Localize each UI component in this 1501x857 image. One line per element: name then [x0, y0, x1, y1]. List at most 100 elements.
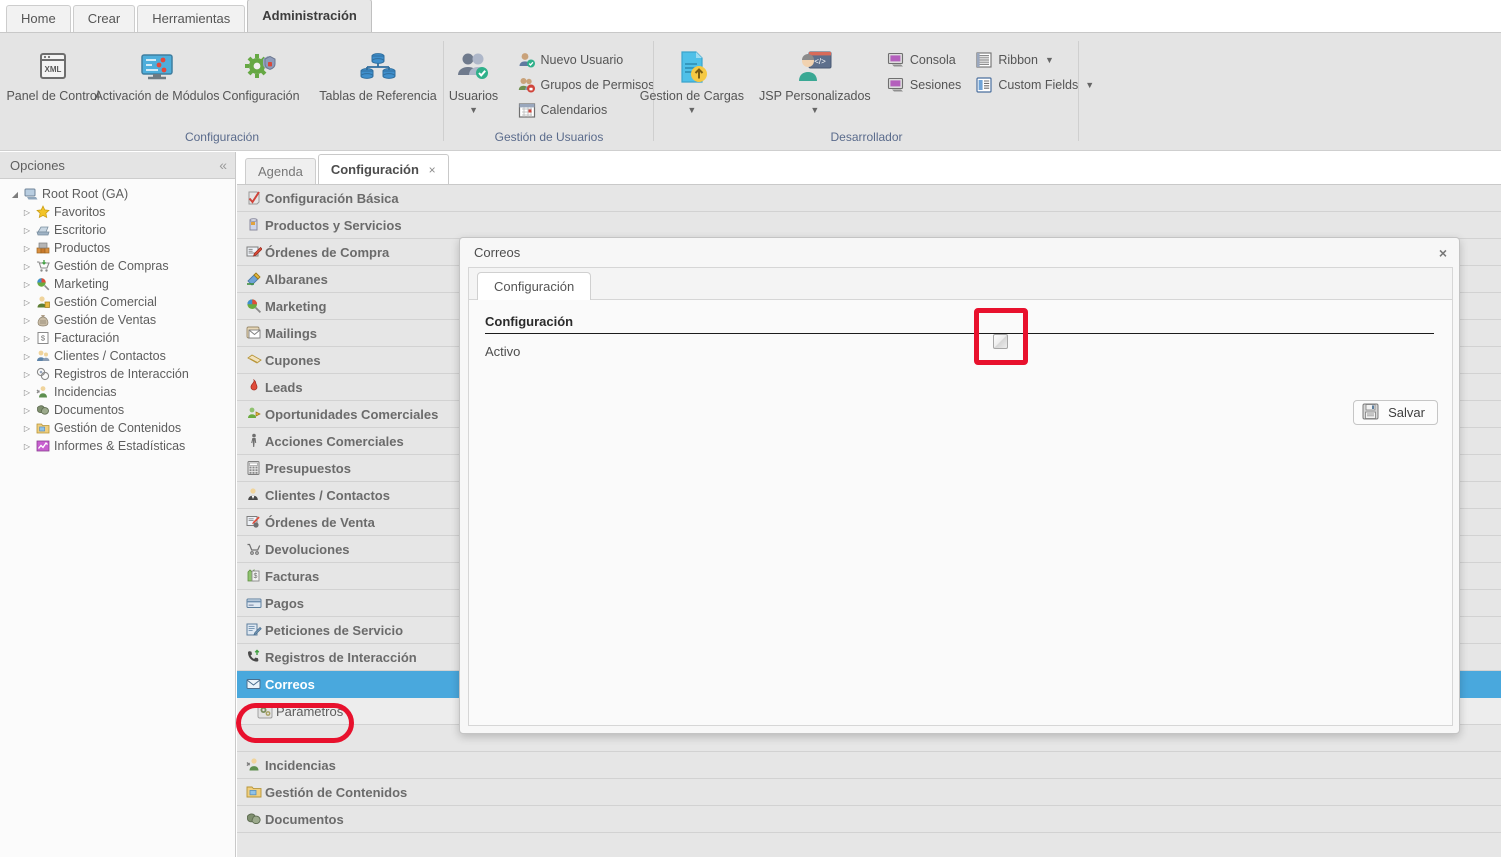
panel-de-control-label: Panel de Control — [6, 89, 100, 103]
config-label-productos-y-servicios: Productos y Servicios — [265, 217, 402, 233]
modal-header: Correos × — [460, 238, 1459, 267]
custom-fields-button[interactable]: Custom Fields ▼ — [967, 72, 1100, 97]
chevron-double-left-icon[interactable]: « — [219, 157, 227, 173]
sidebar-item-registros-interaccion[interactable]: ▷ Registros de Interacción — [0, 365, 235, 383]
gestion-de-cargas-dropdown-caret-icon[interactable]: ▼ — [687, 105, 696, 115]
ribbon-tab-herramientas[interactable]: Herramientas — [137, 5, 246, 32]
collapse-arrow-icon[interactable]: ▷ — [20, 280, 34, 289]
return-cart-icon — [244, 540, 264, 558]
usuarios-dropdown-caret-icon[interactable]: ▼ — [469, 105, 478, 115]
doc-tab-agenda[interactable]: Agenda — [245, 158, 316, 184]
sidebar-item-facturacion[interactable]: ▷ $ Facturación — [0, 329, 235, 347]
ribbon-tab-home[interactable]: Home — [6, 5, 71, 32]
collapse-arrow-icon[interactable]: ▷ — [20, 442, 34, 451]
box-icon — [244, 216, 264, 234]
sidebar-item-productos[interactable]: ▷ Productos — [0, 239, 235, 257]
config-row-configuracion-basica[interactable]: Configuración Básica — [237, 185, 1501, 212]
ribbon-tab-administracion[interactable]: Administración — [247, 0, 372, 32]
custom-fields-dropdown-caret-icon[interactable]: ▼ — [1085, 80, 1094, 90]
sidebar-item-gestion-compras[interactable]: ▷ Gestión de Compras — [0, 257, 235, 275]
collapse-arrow-icon[interactable]: ▷ — [20, 262, 34, 271]
config-row-documentos[interactable]: Documentos — [237, 806, 1501, 833]
jsp-personalizados-dropdown-caret-icon[interactable]: ▼ — [810, 105, 819, 115]
sidebar-item-marketing[interactable]: ▷ Marketing — [0, 275, 235, 293]
jsp-personalizados-button[interactable]: </> JSP Personalizados ▼ — [751, 41, 879, 115]
config-row-incidencias[interactable]: Incidencias — [237, 752, 1501, 779]
collapse-arrow-icon[interactable]: ▷ — [20, 316, 34, 325]
tablas-de-referencia-label: Tablas de Referencia — [319, 89, 437, 103]
expand-arrow-icon[interactable]: ◢ — [8, 190, 22, 199]
usuarios-button[interactable]: Usuarios ▼ — [438, 41, 510, 115]
sidebar-item-documentos[interactable]: ▷ Documentos — [0, 401, 235, 419]
content-folder-icon — [244, 783, 264, 801]
ribbon-group-configuracion: XML Panel de Control Activación de Módul… — [0, 33, 444, 151]
calculator-icon — [244, 459, 264, 477]
config-label-presupuestos: Presupuestos — [265, 460, 351, 476]
sidebar-label-registros-interaccion: Registros de Interacción — [54, 367, 189, 381]
configuracion-button[interactable]: Configuración — [209, 41, 313, 103]
collapse-arrow-icon[interactable]: ▷ — [20, 424, 34, 433]
person-walking-icon — [244, 432, 264, 450]
jsp-personalizados-label: JSP Personalizados — [759, 89, 871, 103]
form-section-title: Configuración — [485, 314, 1434, 334]
service-request-icon — [244, 621, 264, 639]
tablas-de-referencia-button[interactable]: Tablas de Referencia — [313, 41, 443, 103]
ribbon-label: Ribbon — [998, 52, 1038, 67]
sesiones-button[interactable]: Sesiones — [879, 72, 967, 97]
config-row-gestion-de-contenidos[interactable]: Gestión de Contenidos — [237, 779, 1501, 806]
sesiones-label: Sesiones — [909, 77, 962, 92]
collapse-arrow-icon[interactable]: ▷ — [20, 370, 34, 379]
ribbon-button[interactable]: Ribbon ▼ — [967, 47, 1100, 72]
sidebar-item-clientes-contactos[interactable]: ▷ Clientes / Contactos — [0, 347, 235, 365]
ribbon-dropdown-caret-icon[interactable]: ▼ — [1045, 55, 1054, 65]
sidebar-item-informes-estadisticas[interactable]: ▷ Informes & Estadísticas — [0, 437, 235, 455]
sidebar-item-incidencias[interactable]: ▷ Incidencias — [0, 383, 235, 401]
panel-de-control-button[interactable]: XML Panel de Control — [1, 41, 105, 103]
consola-button[interactable]: Consola — [879, 47, 967, 72]
envelope-icon — [244, 675, 264, 693]
collapse-arrow-icon[interactable]: ▷ — [20, 388, 34, 397]
modal-tab-configuracion[interactable]: Configuración — [477, 272, 592, 300]
doc-tab-configuracion[interactable]: Configuración × — [317, 154, 449, 184]
desarrollador-col-2: Ribbon ▼ Custom Fields ▼ — [967, 41, 1100, 97]
users-check-icon — [454, 45, 494, 89]
gestion-de-cargas-button[interactable]: Gestion de Cargas ▼ — [633, 41, 751, 115]
ribbon-tab-crear[interactable]: Crear — [72, 5, 136, 32]
modal-title: Correos — [474, 245, 521, 260]
collapse-arrow-icon[interactable]: ▷ — [20, 208, 34, 217]
main-content-area: Agenda Configuración × Configuración Bás… — [237, 152, 1501, 857]
collapse-arrow-icon[interactable]: ▷ — [20, 334, 34, 343]
close-icon[interactable]: × — [1439, 245, 1447, 261]
collapse-arrow-icon[interactable]: ▷ — [20, 352, 34, 361]
config-label-parametros: Parámetros — [276, 703, 344, 719]
options-panel-header: Opciones « — [0, 152, 235, 179]
modal-form-area: Configuración Activo Salvar — [469, 300, 1452, 725]
sidebar-item-favoritos[interactable]: ▷ Favoritos — [0, 203, 235, 221]
close-icon[interactable]: × — [429, 163, 436, 177]
sidebar-item-gestion-contenidos[interactable]: ▷ Gestión de Contenidos — [0, 419, 235, 437]
modal-body: Configuración Configuración Activo Salva… — [468, 267, 1453, 726]
marketing-icon — [34, 276, 52, 292]
collapse-arrow-icon[interactable]: ▷ — [20, 298, 34, 307]
sidebar-item-gestion-comercial[interactable]: ▷ Gestión Comercial — [0, 293, 235, 311]
field-row-activo: Activo — [485, 336, 1434, 366]
correos-modal-dialog: Correos × Configuración Configuración Ac… — [459, 237, 1460, 734]
sidebar-label-favoritos: Favoritos — [54, 205, 106, 219]
products-icon — [34, 240, 52, 256]
incident-icon — [34, 384, 52, 400]
config-row-productos-y-servicios[interactable]: Productos y Servicios — [237, 212, 1501, 239]
consola-label: Consola — [909, 52, 956, 67]
collapse-arrow-icon[interactable]: ▷ — [20, 406, 34, 415]
collapse-arrow-icon[interactable]: ▷ — [20, 226, 34, 235]
check-shield-icon — [244, 189, 264, 207]
activacion-de-modulos-button[interactable]: Activación de Módulos — [94, 41, 220, 103]
user-add-icon — [516, 50, 538, 70]
sidebar-item-gestion-ventas[interactable]: ▷ Gestión de Ventas — [0, 311, 235, 329]
activo-checkbox[interactable] — [993, 334, 1008, 349]
collapse-arrow-icon[interactable]: ▷ — [20, 244, 34, 253]
save-button[interactable]: Salvar — [1353, 400, 1438, 425]
mail-icon — [244, 324, 264, 342]
modal-tab-strip: Configuración — [469, 268, 1452, 300]
sidebar-item-escritorio[interactable]: ▷ Escritorio — [0, 221, 235, 239]
tree-root-row[interactable]: ◢ Root Root (GA) — [0, 185, 235, 203]
